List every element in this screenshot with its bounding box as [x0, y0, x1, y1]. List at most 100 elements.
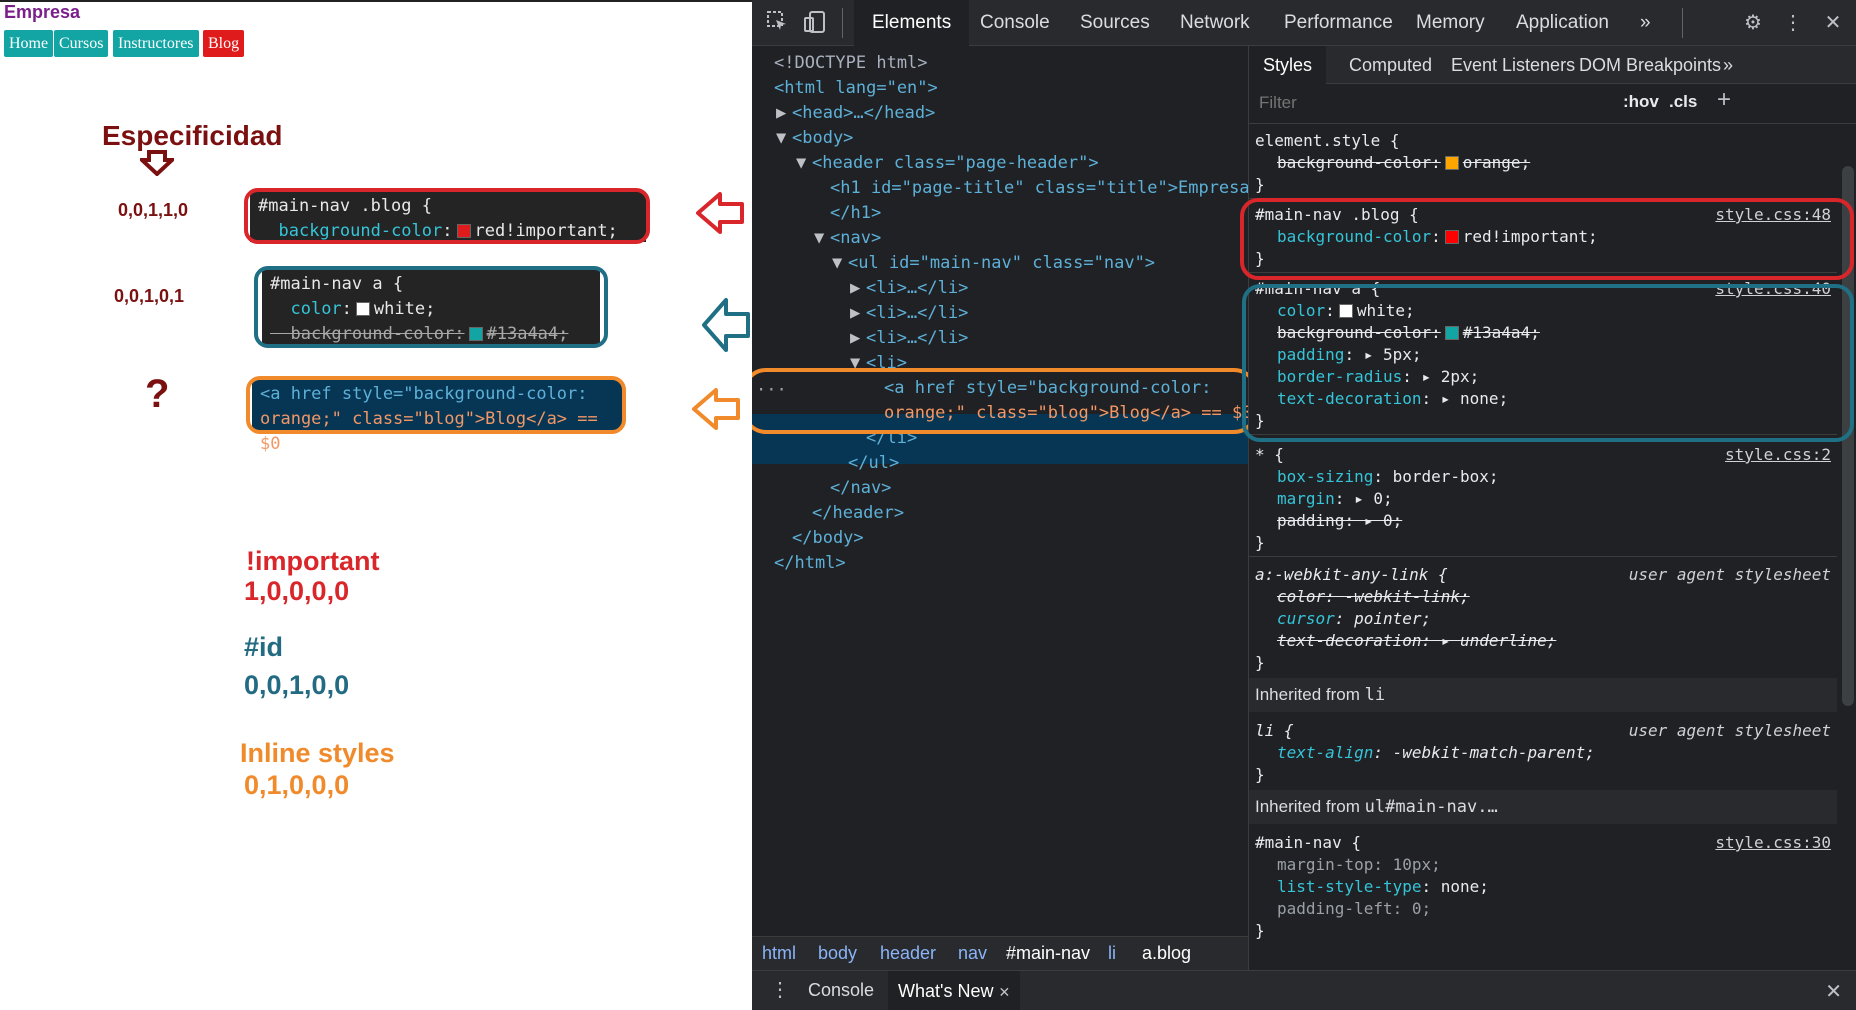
- expand-triangle-icon[interactable]: ▶: [776, 101, 786, 126]
- dom-node-header-close: </header>: [812, 503, 905, 523]
- property-name: text-decoration: [1277, 631, 1422, 650]
- dom-node-head[interactable]: <head>…</head>: [792, 101, 935, 126]
- inspect-element-icon[interactable]: [764, 10, 790, 36]
- property-value: 0;: [1373, 489, 1393, 508]
- new-style-rule-icon[interactable]: +: [1717, 86, 1731, 114]
- down-arrow-icon: [140, 150, 174, 176]
- rule-selector[interactable]: li {: [1255, 720, 1294, 742]
- sidebar-tabs: Styles Computed Event Listeners DOM Brea…: [1249, 46, 1856, 84]
- tab-sources[interactable]: Sources: [1080, 0, 1150, 46]
- rule-declaration[interactable]: margin: ▸ 0;: [1277, 488, 1393, 510]
- dom-node-nav[interactable]: <nav>: [830, 226, 881, 251]
- color-swatch-orange[interactable]: [1444, 156, 1459, 170]
- inherited-target[interactable]: li: [1365, 685, 1385, 705]
- tab-application[interactable]: Application: [1516, 0, 1609, 46]
- tab-console[interactable]: Console: [980, 0, 1050, 46]
- drawer-menu-icon[interactable]: ⋮: [770, 977, 790, 1002]
- breadcrumb-main-nav[interactable]: #main-nav: [1006, 943, 1090, 964]
- dom-node-header[interactable]: <header class="page-header">: [812, 151, 1099, 176]
- tab-performance[interactable]: Performance: [1284, 0, 1393, 46]
- tab-event-listeners[interactable]: Event Listeners: [1451, 46, 1575, 84]
- tab-computed[interactable]: Computed: [1349, 46, 1432, 84]
- collapse-triangle-icon[interactable]: ▼: [832, 251, 842, 276]
- highlight-ring-teal: [254, 266, 608, 348]
- rule-declaration[interactable]: margin-top: 10px;: [1277, 854, 1441, 876]
- tab-network[interactable]: Network: [1180, 0, 1250, 46]
- source-link[interactable]: style.css:30: [1715, 832, 1831, 854]
- tab-dom-breakpoints[interactable]: DOM Breakpoints: [1579, 46, 1721, 84]
- nav-link-instructores[interactable]: Instructores: [113, 30, 199, 57]
- user-agent-label: user agent stylesheet: [1628, 565, 1831, 584]
- dom-node-li[interactable]: <li>…</li>: [866, 301, 968, 326]
- nav-link-cursos[interactable]: Cursos: [54, 30, 109, 57]
- settings-gear-icon[interactable]: ⚙: [1740, 10, 1766, 36]
- dom-node-doctype[interactable]: <!DOCTYPE html>: [774, 51, 928, 76]
- close-drawer-icon[interactable]: ✕: [1825, 979, 1842, 1004]
- rule-selector[interactable]: element.style {: [1255, 130, 1400, 152]
- dom-node-nav-close: </nav>: [830, 478, 892, 498]
- rule-declaration[interactable]: box-sizing: border-box;: [1277, 466, 1499, 488]
- collapse-triangle-icon[interactable]: ▼: [814, 226, 824, 251]
- left-arrow-icon-orange: [692, 388, 740, 430]
- collapse-triangle-icon[interactable]: ▼: [776, 126, 786, 151]
- breadcrumb-nav[interactable]: nav: [958, 943, 987, 964]
- dom-node-body[interactable]: <body>: [792, 126, 853, 151]
- kebab-menu-icon[interactable]: ⋮: [1780, 10, 1806, 36]
- expand-triangle-icon[interactable]: ▶: [850, 326, 860, 351]
- rule-selector[interactable]: * {: [1255, 444, 1284, 466]
- expand-triangle-icon[interactable]: ▶: [850, 276, 860, 301]
- left-arrow-icon-red: [696, 192, 744, 234]
- dom-node-body-close: </body>: [792, 528, 864, 548]
- rule-declaration[interactable]: list-style-type: none;: [1277, 876, 1489, 898]
- more-sidebar-tabs-button[interactable]: »: [1723, 46, 1733, 84]
- breadcrumb-header[interactable]: header: [880, 943, 936, 964]
- device-toolbar-icon[interactable]: [802, 10, 828, 36]
- tab-memory[interactable]: Memory: [1416, 0, 1485, 46]
- property-name: padding-left: [1277, 899, 1393, 918]
- breadcrumb-html[interactable]: html: [762, 943, 796, 964]
- rule-close: }: [1255, 765, 1265, 784]
- rule-declaration[interactable]: padding: ▸ 0;: [1277, 510, 1402, 532]
- breadcrumb-body[interactable]: body: [818, 943, 857, 964]
- rule-selector[interactable]: a:-webkit-any-link {: [1255, 564, 1448, 586]
- dom-node-h1[interactable]: <h1 id="page-title" class="title">Empres…: [830, 176, 1250, 201]
- left-arrow-icon-teal: [702, 298, 750, 352]
- close-tab-icon[interactable]: ✕: [998, 984, 1010, 1000]
- drawer-tab-whats-new[interactable]: What's New ✕: [888, 971, 1021, 1010]
- rule-declaration[interactable]: text-align: -webkit-match-parent;: [1277, 742, 1595, 764]
- expand-triangle-icon[interactable]: ▶: [850, 301, 860, 326]
- dom-node-li[interactable]: <li>…</li>: [866, 326, 968, 351]
- tab-styles[interactable]: Styles: [1249, 46, 1327, 84]
- specificity-value-2: 0,0,1,0,1: [114, 286, 185, 306]
- inherited-target[interactable]: ul#main-nav.…: [1365, 797, 1498, 817]
- nav-link-home[interactable]: Home: [4, 30, 54, 57]
- user-agent-label: user agent stylesheet: [1628, 721, 1831, 740]
- breadcrumb-li[interactable]: li: [1108, 943, 1116, 964]
- tab-elements[interactable]: Elements: [854, 0, 970, 46]
- dom-node-li[interactable]: <li>…</li>: [866, 276, 968, 301]
- styles-filter-input[interactable]: [1253, 88, 1613, 118]
- property-name: box-sizing: [1277, 467, 1374, 486]
- cls-toggle[interactable]: .cls: [1669, 92, 1697, 112]
- nav-link-blog[interactable]: Blog: [203, 30, 245, 57]
- rule-selector[interactable]: #main-nav {: [1255, 832, 1361, 854]
- rule-declaration[interactable]: color: -webkit-link;: [1277, 586, 1470, 608]
- devtools-drawer: ⋮ Console What's New ✕ ✕: [752, 970, 1856, 1010]
- source-link[interactable]: style.css:2: [1725, 444, 1831, 466]
- rule-declaration[interactable]: padding-left: 0;: [1277, 898, 1431, 920]
- property-value: none;: [1440, 877, 1489, 896]
- hov-toggle[interactable]: :hov: [1623, 92, 1659, 112]
- drawer-tab-console[interactable]: Console: [808, 980, 874, 1001]
- dom-node-html[interactable]: <html lang="en">: [774, 76, 938, 101]
- specificity-value-1: 0,0,1,1,0: [118, 200, 189, 220]
- dom-node-ul[interactable]: <ul id="main-nav" class="nav">: [848, 251, 1155, 276]
- breadcrumb-a-blog[interactable]: a.blog: [1142, 943, 1191, 964]
- more-tabs-button[interactable]: »: [1640, 0, 1651, 46]
- rule-declaration[interactable]: cursor: pointer;: [1277, 608, 1431, 630]
- divider: [1249, 556, 1837, 557]
- rule-close: }: [1255, 921, 1265, 940]
- close-devtools-icon[interactable]: ✕: [1820, 10, 1846, 36]
- collapse-triangle-icon[interactable]: ▼: [796, 151, 806, 176]
- rule-declaration[interactable]: text-decoration: ▸ underline;: [1277, 630, 1556, 652]
- rule-declaration[interactable]: background-color: orange;: [1277, 152, 1530, 174]
